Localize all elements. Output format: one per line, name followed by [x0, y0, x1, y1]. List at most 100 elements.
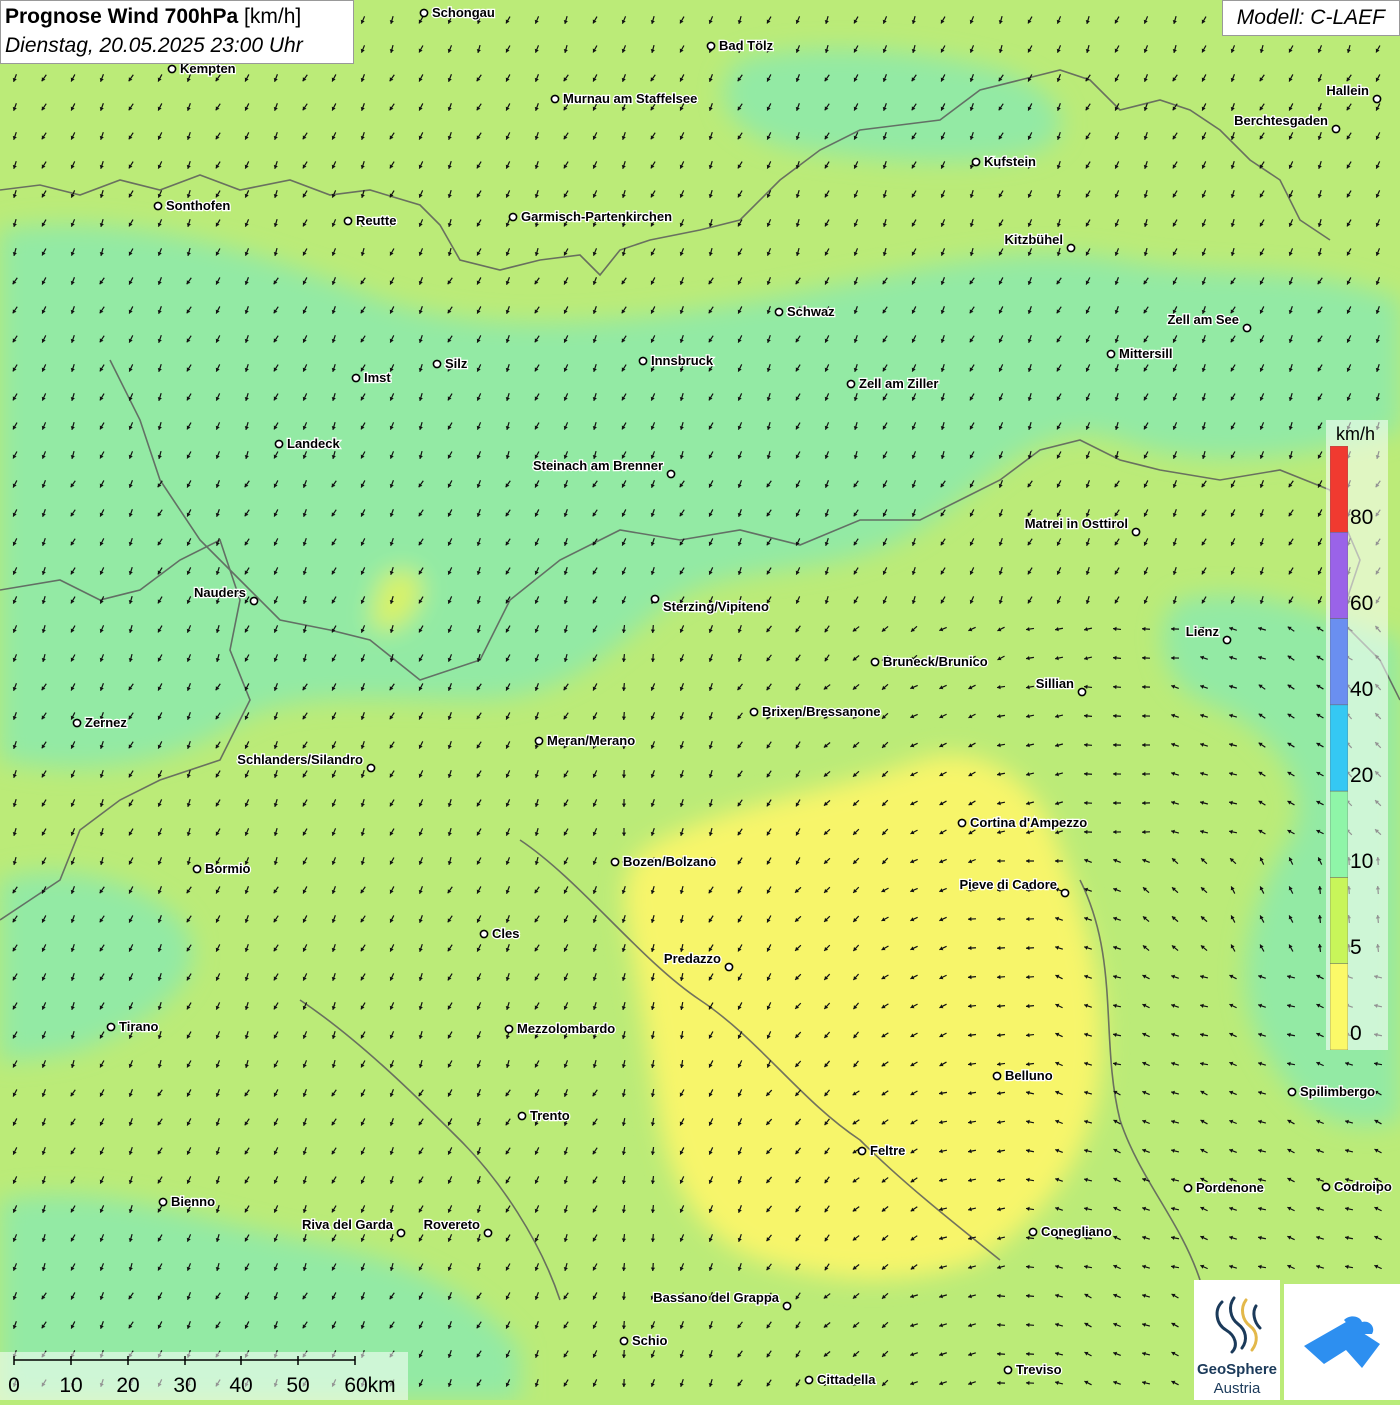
city-label: Zell am See [1167, 312, 1239, 327]
city-label: Brixen/Bressanone [762, 704, 881, 719]
city-marker [367, 764, 374, 771]
city-label: Tirano [119, 1019, 159, 1034]
city-label: Feltre [870, 1143, 905, 1158]
city-marker [1132, 528, 1139, 535]
geosphere-emblem-icon [1194, 1280, 1280, 1360]
city-label: Schongau [432, 5, 495, 20]
city-marker [193, 865, 200, 872]
city-marker [352, 374, 359, 381]
city-label: Sonthofen [166, 198, 230, 213]
legend-label-60: 60 [1350, 592, 1373, 616]
app-mountain-icon [1284, 1284, 1400, 1400]
legend-swatch [1330, 791, 1348, 877]
weather-app-logo [1284, 1284, 1400, 1400]
city-label: Kitzbühel [1005, 232, 1064, 247]
city-marker [1004, 1366, 1011, 1373]
city-marker [168, 65, 175, 72]
scale-label-40: 40 [229, 1374, 252, 1397]
city-label: Bozen/Bolzano [623, 854, 716, 869]
city-label: Berchtesgaden [1234, 113, 1328, 128]
city-label: Imst [364, 370, 391, 385]
city-label: Lienz [1186, 624, 1220, 639]
legend-swatch [1330, 877, 1348, 963]
city-label: Treviso [1016, 1362, 1062, 1377]
city-label: Bruneck/Brunico [883, 654, 988, 669]
city-label: Innsbruck [651, 353, 714, 368]
city-label: Bad Tölz [719, 38, 774, 53]
city-label: Kufstein [984, 154, 1036, 169]
city-marker [397, 1229, 404, 1236]
city-label: Bienno [171, 1194, 215, 1209]
model-label: Modell: C-LAEF [1237, 6, 1385, 30]
city-marker [433, 360, 440, 367]
city-marker [1288, 1088, 1295, 1095]
legend-unit: km/h [1336, 424, 1375, 445]
city-marker [1332, 125, 1339, 132]
wind-map: SchongauBad TölzKemptenMurnau am Staffel… [0, 0, 1400, 1400]
city-marker [1243, 324, 1250, 331]
city-label: Silz [445, 356, 468, 371]
city-marker [1061, 889, 1068, 896]
color-legend: km/h 80 60 40 20 10 5 0 [1326, 420, 1388, 1050]
city-marker [1078, 688, 1085, 695]
field-0-5-southcentral [624, 755, 1102, 1279]
city-label: Sillian [1036, 676, 1074, 691]
city-marker [750, 708, 757, 715]
city-label: Garmisch-Partenkirchen [521, 209, 672, 224]
city-label: Mezzolombardo [517, 1021, 615, 1036]
city-label: Sterzing/Vipiteno [663, 599, 769, 614]
city-marker [847, 380, 854, 387]
city-label: Mittersill [1119, 346, 1172, 361]
city-label: Cortina d'Ampezzo [970, 815, 1087, 830]
city-label: Steinach am Brenner [533, 458, 663, 473]
city-label: Codroipo [1334, 1179, 1392, 1194]
city-label: Nauders [194, 585, 246, 600]
city-marker [1029, 1228, 1036, 1235]
city-label: Trento [530, 1108, 570, 1123]
legend-label-10: 10 [1350, 850, 1373, 874]
scale-label-30: 30 [173, 1374, 196, 1397]
legend-swatch [1330, 705, 1348, 791]
city-marker [159, 1198, 166, 1205]
title-panel: Prognose Wind 700hPa [km/h] Dienstag, 20… [0, 0, 354, 64]
city-marker [958, 819, 965, 826]
city-label: Matrei in Osttirol [1025, 516, 1128, 531]
city-marker [509, 213, 516, 220]
city-marker [518, 1112, 525, 1119]
geosphere-name: GeoSphere [1194, 1361, 1280, 1378]
city-marker [1107, 350, 1114, 357]
city-marker [480, 930, 487, 937]
city-marker [858, 1147, 865, 1154]
legend-label-80: 80 [1350, 506, 1373, 530]
city-marker [639, 357, 646, 364]
city-marker [667, 470, 674, 477]
city-label: Belluno [1005, 1068, 1053, 1083]
legend-swatch [1330, 619, 1348, 705]
city-label: Predazzo [664, 951, 721, 966]
city-marker [620, 1337, 627, 1344]
scale-label-20: 20 [116, 1374, 139, 1397]
city-marker [1373, 95, 1380, 102]
city-marker [250, 597, 257, 604]
city-label: Spilimbergo [1300, 1084, 1375, 1099]
legend-label-5: 5 [1350, 936, 1362, 960]
city-marker [344, 217, 351, 224]
city-label: Schio [632, 1333, 667, 1348]
city-label: Pordenone [1196, 1180, 1264, 1195]
forecast-datetime: Dienstag, 20.05.2025 23:00 Uhr [5, 34, 303, 58]
geosphere-subtitle: Austria [1194, 1380, 1280, 1397]
city-marker [611, 858, 618, 865]
city-marker [505, 1025, 512, 1032]
city-marker [1184, 1184, 1191, 1191]
city-label: Cles [492, 926, 519, 941]
title-main: Prognose Wind 700hPa [5, 5, 238, 28]
city-marker [1067, 244, 1074, 251]
scale-label-60km: 60km [344, 1374, 395, 1397]
city-marker [651, 595, 658, 602]
city-label: Rovereto [424, 1217, 480, 1232]
city-marker [73, 719, 80, 726]
map-title: Prognose Wind 700hPa [km/h] [5, 5, 301, 29]
legend-swatch [1330, 964, 1348, 1050]
city-label: Pieve di Cadore [959, 877, 1057, 892]
city-label: Conegliano [1041, 1224, 1112, 1239]
